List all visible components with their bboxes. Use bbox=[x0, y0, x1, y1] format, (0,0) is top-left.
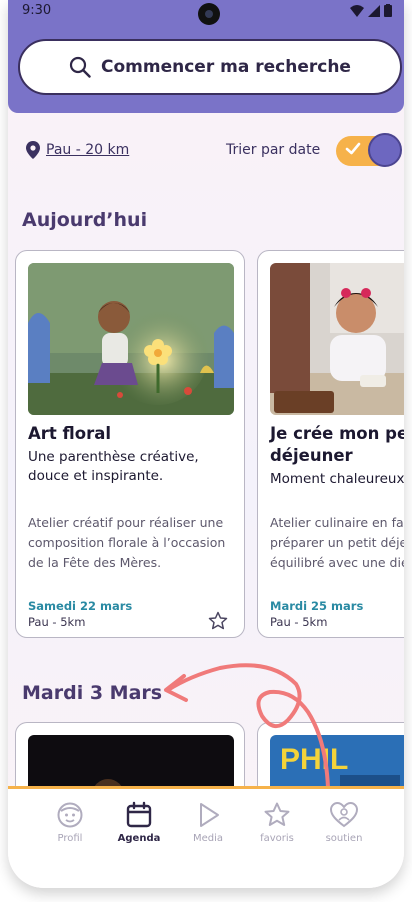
event-date: Samedi 22 mars bbox=[28, 599, 133, 613]
event-image-art-floral bbox=[28, 263, 234, 415]
section-title-today: Aujourd’hui bbox=[22, 209, 148, 231]
profile-icon bbox=[57, 802, 83, 828]
event-title: Art floral bbox=[28, 424, 112, 443]
event-description: Atelier culinaire en famille pour prépar… bbox=[270, 515, 404, 570]
nav-item-favoris[interactable]: favoris bbox=[245, 801, 309, 844]
header: 9:30 Commencer ma recherche bbox=[8, 0, 404, 113]
event-date: Mardi 25 mars bbox=[270, 599, 364, 613]
toggle-knob bbox=[368, 133, 402, 167]
event-subtitle: Une parenthèse créative, douce et inspir… bbox=[28, 449, 199, 484]
nav-item-profil[interactable]: Profil bbox=[38, 801, 102, 844]
signal-icon bbox=[368, 4, 380, 17]
phone-screen: 9:30 Commencer ma recherche Pau - 20 km … bbox=[8, 0, 404, 888]
nav-label: favoris bbox=[260, 833, 294, 844]
nav-label: Agenda bbox=[117, 833, 161, 844]
nav-item-soutien[interactable]: soutien bbox=[312, 801, 376, 844]
search-label: Commencer ma recherche bbox=[101, 57, 351, 77]
calendar-icon bbox=[126, 801, 152, 828]
location-filter[interactable]: Pau - 20 km bbox=[26, 141, 129, 159]
event-card-petit-dejeuner[interactable]: Je crée mon petit déjeuner Moment chaleu… bbox=[257, 250, 404, 638]
battery-icon bbox=[384, 4, 392, 17]
status-bar: 9:30 bbox=[8, 0, 404, 26]
event-image-petit-dejeuner bbox=[270, 263, 404, 415]
status-icons bbox=[350, 4, 392, 17]
event-place: Pau - 5km bbox=[28, 615, 86, 629]
play-icon bbox=[200, 803, 219, 827]
search-icon bbox=[69, 56, 91, 78]
sort-label: Trier par date bbox=[226, 142, 321, 158]
event-title: Je crée mon petit déjeuner bbox=[270, 424, 404, 465]
sort-by-date-toggle[interactable] bbox=[336, 133, 402, 167]
search-button[interactable]: Commencer ma recherche bbox=[18, 39, 402, 95]
event-place: Pau - 5km bbox=[270, 615, 328, 629]
event-description: Atelier créatif pour réaliser une compos… bbox=[28, 515, 226, 570]
bottom-navigation: Profil Agenda Media favoris soutien bbox=[8, 786, 404, 888]
heart-icon bbox=[329, 801, 359, 828]
nav-item-agenda[interactable]: Agenda bbox=[107, 801, 171, 844]
nav-item-media[interactable]: Media bbox=[176, 801, 240, 844]
event-card-art-floral[interactable]: Art floral Une parenthèse créative, douc… bbox=[15, 250, 245, 638]
front-camera bbox=[198, 3, 220, 25]
nav-label: Profil bbox=[57, 833, 83, 844]
favorite-star-icon[interactable] bbox=[208, 611, 228, 631]
status-time: 9:30 bbox=[22, 3, 52, 18]
wifi-icon bbox=[350, 4, 364, 17]
location-text: Pau - 20 km bbox=[46, 142, 130, 158]
event-subtitle: Moment chaleureux à partager bbox=[270, 471, 404, 487]
location-pin-icon bbox=[26, 141, 40, 159]
check-icon bbox=[345, 142, 361, 155]
poster-text: PHIL bbox=[280, 743, 348, 776]
section-title-date: Mardi 3 Mars bbox=[22, 682, 163, 704]
nav-label: soutien bbox=[325, 833, 363, 844]
star-icon bbox=[264, 802, 290, 826]
nav-label: Media bbox=[192, 833, 224, 844]
